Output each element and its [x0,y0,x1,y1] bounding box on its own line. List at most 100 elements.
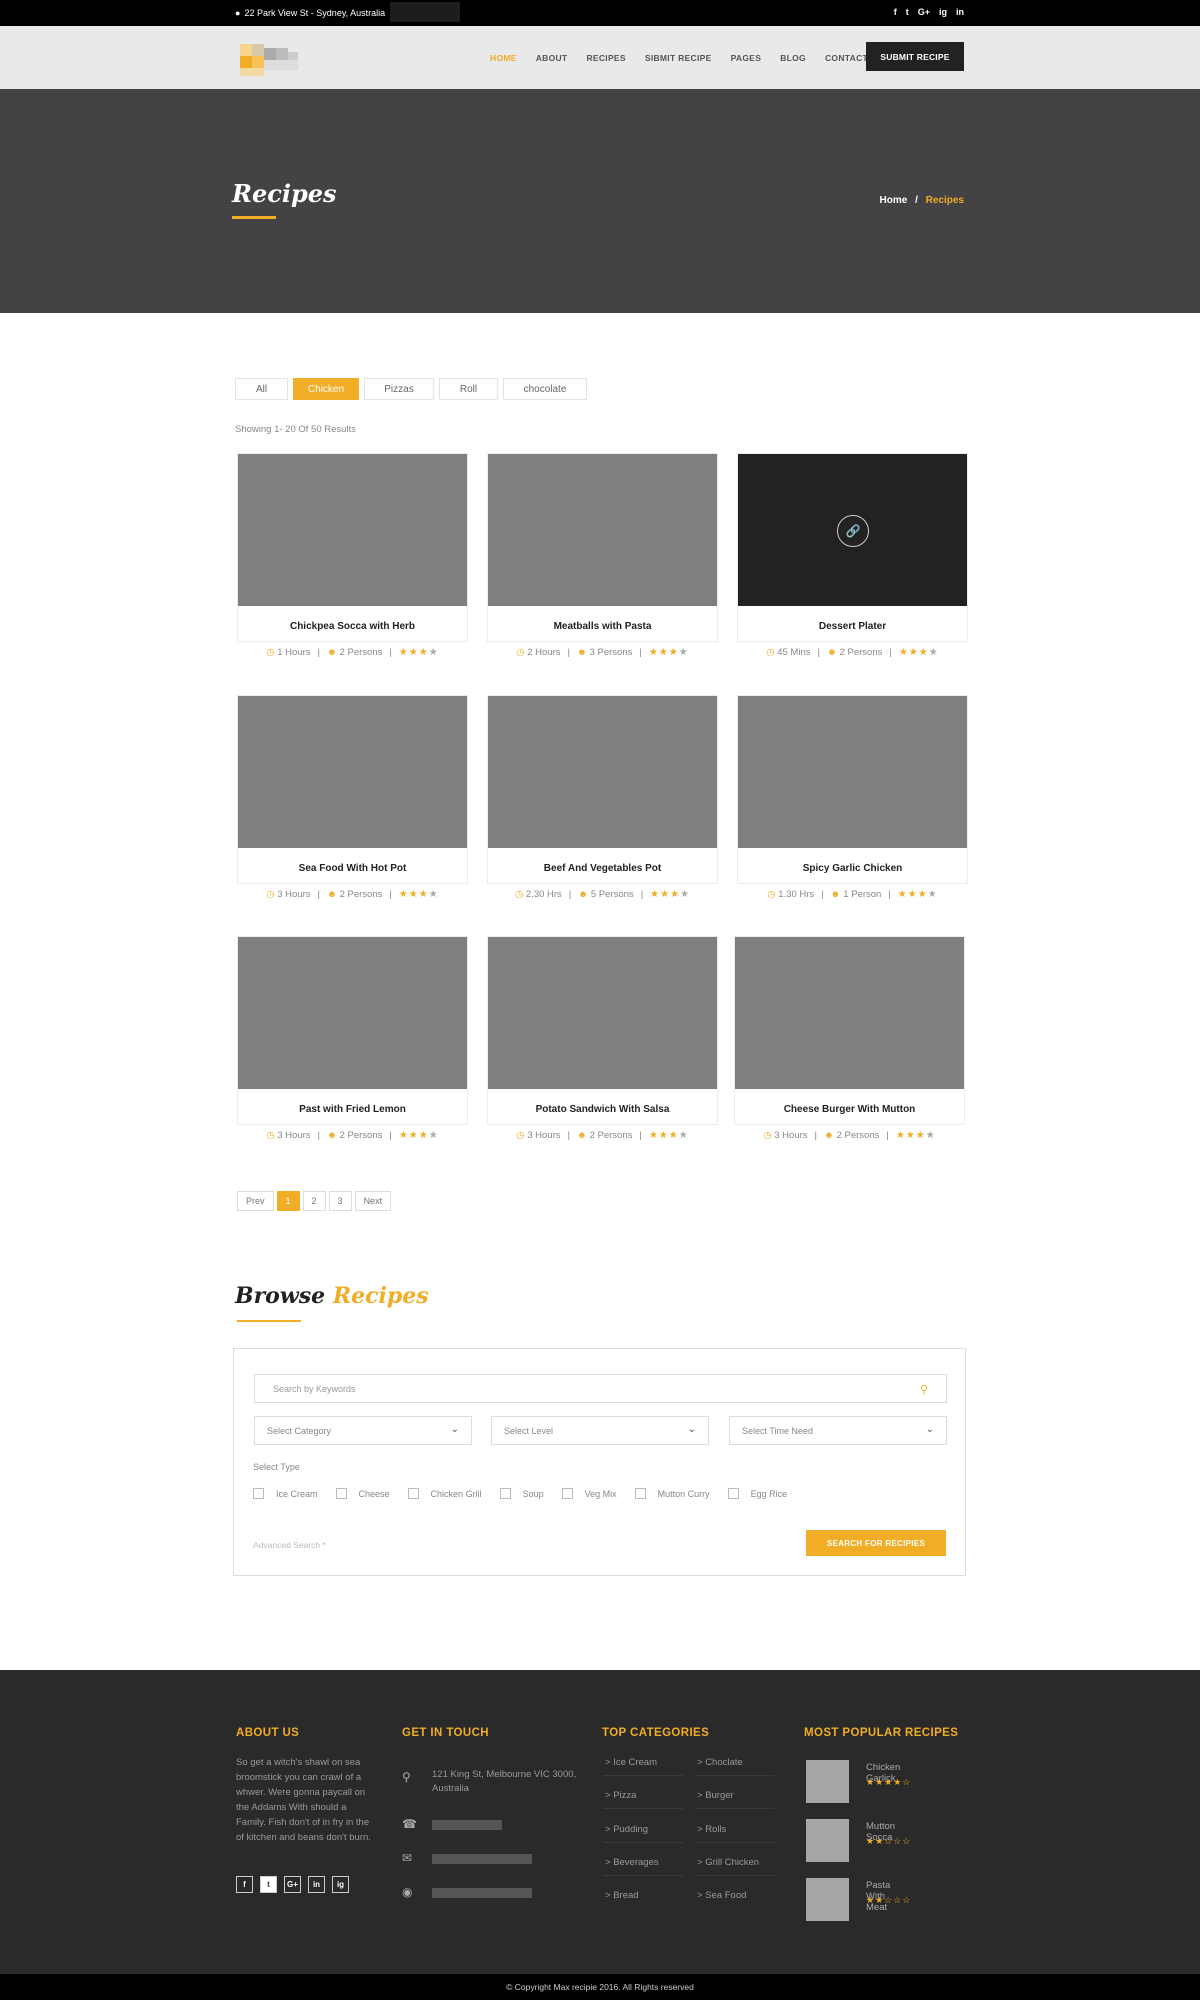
pager-page-1[interactable]: 1 [276,1191,300,1211]
recipe-image[interactable] [238,696,467,848]
breadcrumb-home[interactable]: Home [880,195,908,206]
recipe-image[interactable] [488,696,717,848]
advanced-search-link[interactable]: Advanced Search * [253,1540,326,1550]
filter-chocolate[interactable]: chocolate [503,378,587,400]
recipe-image[interactable] [738,696,967,848]
recipe-image[interactable] [238,454,467,606]
recipe-title[interactable]: Potato Sandwich With Salsa [488,1104,717,1115]
recipe-card[interactable]: Spicy Garlic Chicken ◷ 1.30 Hrs | ☻ 1 Perso… [737,695,968,900]
twitter-icon[interactable]: t [906,7,909,17]
nav-contact[interactable]: CONTACT [825,53,868,63]
pager-page-2[interactable]: 2 [302,1191,326,1211]
link-icon[interactable]: 🔗 [837,515,869,547]
recipe-title[interactable]: Chickpea Socca with Herb [238,621,467,632]
recipe-time: ◷ 3 Hours [266,1130,311,1141]
header: HOME ABOUT RECIPES SIBMIT RECIPE PAGES B… [0,26,1200,89]
category-rolls[interactable]: > Rolls [697,1824,726,1835]
type-label-mutton-curry: Mutton Curry [657,1488,710,1499]
pager-prev[interactable]: Prev [237,1191,274,1211]
recipe-title[interactable]: Beef And Vegetables Pot [488,863,717,874]
footer-categories-title: TOP CATEGORIES [602,1727,710,1739]
recipe-card[interactable]: Cheese Burger With Mutton ◷ 3 Hours | ☻ 2 P… [734,936,965,1141]
recipe-card[interactable]: Meatballs with Pasta ◷ 2 Hours | ☻ 3 Person… [487,453,718,658]
category-beverages[interactable]: > Beverages [605,1857,659,1868]
pager-next[interactable]: Next [354,1191,392,1211]
results-count: Showing 1- 20 Of 50 Results [235,424,356,435]
recipe-image[interactable] [488,454,717,606]
category-bread[interactable]: > Bread [605,1890,639,1901]
recipe-card[interactable]: Sea Food With Hot Pot ◷ 3 Hours | ☻ 2 Perso… [237,695,468,900]
search-recipes-button[interactable]: SEARCH FOR RECIPIES [806,1530,946,1556]
checkbox-ice-cream[interactable] [253,1488,264,1499]
pager-page-3[interactable]: 3 [328,1191,352,1211]
nav-pages[interactable]: PAGES [731,53,762,63]
filter-pizzas[interactable]: Pizzas [364,378,434,400]
instagram-icon[interactable]: ig [939,7,947,17]
checkbox-chicken-grill[interactable] [407,1488,419,1499]
checkbox-soup[interactable] [499,1488,511,1499]
recipe-image[interactable] [735,937,964,1089]
category-burger[interactable]: > Burger [697,1790,734,1801]
twitter-icon[interactable]: t [260,1876,277,1893]
category-pizza[interactable]: > Pizza [605,1790,636,1801]
footer-touch-title: GET IN TOUCH [402,1727,490,1739]
category-grill-chicken[interactable]: > Grill Chicken [697,1857,759,1868]
recipe-title[interactable]: Meatballs with Pasta [488,621,717,632]
nav-home[interactable]: HOME [490,53,517,63]
recipe-card[interactable]: Chickpea Socca with Herb ◷ 1 Hours | ☻ 2 Pe… [237,453,468,658]
users-icon: ☻ [578,889,589,900]
linkedin-icon[interactable]: in [308,1876,325,1893]
popular-thumb[interactable] [806,1878,849,1921]
nav-blog[interactable]: BLOG [780,53,806,63]
filter-roll[interactable]: Roll [439,378,498,400]
linkedin-icon[interactable]: in [956,7,964,17]
recipe-card[interactable]: Beef And Vegetables Pot ◷ 2.30 Hrs | ☻ 5 Pe… [487,695,718,900]
filter-all[interactable]: All [235,378,288,400]
google-plus-icon[interactable]: G+ [918,7,930,17]
users-icon: ☻ [326,1130,337,1141]
category-ice-cream[interactable]: > Ice Cream [605,1757,657,1768]
category-filters: All Chicken Pizzas Roll chocolate [235,378,587,400]
checkbox-mutton-curry[interactable] [634,1488,646,1499]
recipe-search-panel: Search by Keywords ⚲ Select Category ⌄ S… [233,1348,966,1576]
checkbox-cheese[interactable] [335,1488,347,1499]
select-category[interactable]: Select Category ⌄ [254,1416,472,1445]
select-time[interactable]: Select Time Need ⌄ [729,1416,947,1445]
recipe-title[interactable]: Dessert Plater [738,621,967,632]
category-sea-food[interactable]: > Sea Food [697,1890,746,1901]
nav-about[interactable]: ABOUT [536,53,568,63]
category-choclate[interactable]: > Choclate [697,1757,743,1768]
filter-chicken[interactable]: Chicken [293,378,359,400]
users-icon: ☻ [326,647,337,658]
popular-thumb[interactable] [806,1760,849,1803]
recipe-title[interactable]: Sea Food With Hot Pot [238,863,467,874]
recipe-title[interactable]: Spicy Garlic Chicken [738,863,967,874]
nav-recipes[interactable]: RECIPES [586,53,625,63]
logo[interactable] [230,38,310,78]
select-level[interactable]: Select Level ⌄ [491,1416,709,1445]
recipe-image[interactable]: 🔗 [738,454,967,606]
nav-submit-recipe[interactable]: SIBMIT RECIPE [645,53,712,63]
recipe-card[interactable]: Past with Fried Lemon ◷ 3 Hours | ☻ 2 Perso… [237,936,468,1141]
facebook-icon[interactable]: f [894,7,897,17]
facebook-icon[interactable]: f [236,1876,253,1893]
google-plus-icon[interactable]: G+ [284,1876,301,1893]
submit-recipe-button[interactable]: SUBMIT RECIPE [866,42,964,71]
checkbox-veg-mix[interactable] [561,1488,573,1499]
keyword-search-input[interactable]: Search by Keywords ⚲ [254,1374,947,1403]
contact-phone-blurred [432,1820,502,1830]
instagram-icon[interactable]: ig [332,1876,349,1893]
recipe-meta: ◷ 1.30 Hrs | ☻ 1 Person | ★★★★ [767,889,938,900]
category-pudding[interactable]: > Pudding [605,1824,648,1835]
recipe-time: ◷ 3 Hours [763,1130,808,1141]
recipe-card[interactable]: 🔗 Dessert Plater ◷ 45 Mins | ☻ 2 Persons | ★★★… [737,453,968,658]
recipe-title[interactable]: Cheese Burger With Mutton [735,1104,964,1115]
search-icon[interactable]: ⚲ [920,1383,928,1396]
recipe-title[interactable]: Past with Fried Lemon [238,1104,467,1115]
recipe-image[interactable] [488,937,717,1089]
popular-thumb[interactable] [806,1819,849,1862]
recipe-card[interactable]: Potato Sandwich With Salsa ◷ 3 Hours | ☻ 2 … [487,936,718,1141]
recipe-rating: ★★★★ [648,1130,689,1141]
recipe-image[interactable] [238,937,467,1089]
checkbox-egg-rice[interactable] [727,1488,739,1499]
